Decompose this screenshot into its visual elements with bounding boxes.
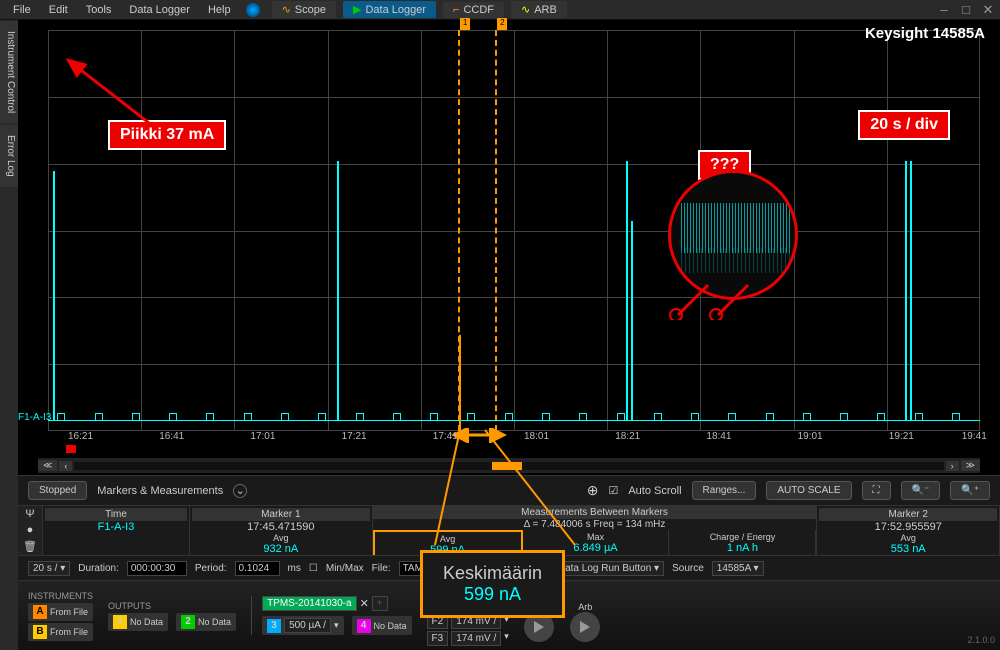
duration-input[interactable] <box>127 561 187 576</box>
instruments-header: INSTRUMENTS <box>28 591 93 601</box>
charge-value: 1 nA h <box>671 542 813 554</box>
trace-label: F1-A-I3 <box>18 412 51 423</box>
add-icon[interactable]: ⊕ <box>587 482 599 499</box>
scroll-prev[interactable]: ‹ <box>59 461 72 471</box>
info-icon[interactable] <box>246 3 260 17</box>
autoscroll-check[interactable]: ☑ <box>608 484 618 497</box>
scroll-thumb[interactable] <box>492 462 522 470</box>
between-header: Measurements Between Markers <box>373 506 817 519</box>
status-stopped[interactable]: Stopped <box>28 481 87 500</box>
markers-label: Markers & Measurements <box>97 485 223 497</box>
marker2-header: Marker 2 <box>819 508 997 521</box>
period-input[interactable] <box>235 561 280 576</box>
tab-datalogger[interactable]: ▶Data Logger <box>343 1 436 18</box>
meas-settings-icon[interactable]: ● <box>27 524 34 536</box>
markers-toolbar: Stopped Markers & Measurements ⌄ ⊕ ☑ Aut… <box>18 475 1000 505</box>
time-scrollbar[interactable]: ≪ ‹ › ≫ <box>38 458 980 473</box>
tab-ccdf[interactable]: ⌐CCDF <box>443 2 504 18</box>
marker-2-flag[interactable]: 2 <box>497 18 507 30</box>
tab-add[interactable]: + <box>372 596 388 611</box>
marker2-avg: 553 nA <box>819 543 997 555</box>
range-marker-left[interactable] <box>66 445 76 453</box>
autoscale-button[interactable]: AUTO SCALE <box>766 481 851 500</box>
left-sidebar: Instrument Control Error Log <box>0 20 18 650</box>
f3-range[interactable]: 174 mV / <box>451 631 501 646</box>
annotation-timediv: 20 s / div <box>858 110 950 140</box>
marker2-time: 17:52.955597 <box>819 521 997 533</box>
output-2[interactable]: 2No Data <box>176 613 236 631</box>
source-dropdown[interactable]: 14585A ▾ <box>712 561 764 576</box>
timescale-dropdown[interactable]: 20 s / ▾ <box>28 561 70 576</box>
side-tab-errorlog[interactable]: Error Log <box>0 125 18 187</box>
zoom-inset <box>668 170 798 300</box>
trigger-dropdown[interactable]: Data Log Run Button ▾ <box>553 561 664 576</box>
scroll-track[interactable] <box>74 462 943 470</box>
instrument-b[interactable]: BFrom File <box>28 623 93 641</box>
arb-run-button[interactable] <box>570 612 600 642</box>
version-label: 2.1.0.0 <box>967 635 995 645</box>
trace-name: F1-A-I3 <box>45 521 187 533</box>
menu-file[interactable]: File <box>5 2 39 18</box>
scroll-last[interactable]: ≫ <box>961 460 980 471</box>
output-4[interactable]: 4No Data <box>352 616 412 635</box>
scroll-first[interactable]: ≪ <box>38 460 57 471</box>
menu-datalogger[interactable]: Data Logger <box>121 2 198 18</box>
tab-tpms[interactable]: TPMS-20141030-a <box>262 596 357 611</box>
ranges-button[interactable]: Ranges... <box>692 481 757 500</box>
chevron-down-icon[interactable]: ⌄ <box>233 484 247 498</box>
tab-close-icon[interactable]: ✕ <box>360 597 369 610</box>
tab-arb[interactable]: ∿ARB <box>511 1 567 18</box>
callout-value: 599 nA <box>443 584 542 605</box>
plot-area[interactable]: 1 2 // draw repeating small pulses (func… <box>48 30 980 431</box>
time-axis: 16:21 16:41 17:01 17:21 17:41 18:01 18:2… <box>68 431 980 456</box>
zoom-out-icon[interactable]: 🔍⁻ <box>901 481 941 500</box>
minmax-check[interactable]: ☐ <box>309 563 318 574</box>
scroll-next[interactable]: › <box>946 461 959 471</box>
waveform-trace <box>48 401 980 421</box>
menu-bar: File Edit Tools Data Logger Help ∿Scope … <box>0 0 1000 20</box>
meas-trash-icon[interactable]: 🗑 <box>23 540 37 553</box>
outputs-header: OUTPUTS <box>108 601 236 611</box>
marker1-avg: 932 nA <box>192 543 370 555</box>
meas-tool-icon[interactable]: Ψ <box>25 508 34 520</box>
time-header: Time <box>45 508 187 521</box>
brand-label: Keysight 14585A <box>865 25 985 42</box>
maximize-icon[interactable]: □ <box>959 3 973 17</box>
callout-label: Keskimäärin <box>443 563 542 584</box>
side-tab-instrument[interactable]: Instrument Control <box>0 21 18 123</box>
menu-edit[interactable]: Edit <box>41 2 76 18</box>
marker-2-line[interactable]: 2 <box>495 30 497 431</box>
output-3[interactable]: 3500 µA /▾ <box>262 616 343 635</box>
measurements-panel: Ψ ● 🗑 Time F1-A-I3 Marker 1 17:45.471590… <box>18 505 1000 555</box>
zoom-in-icon[interactable]: 🔍⁺ <box>950 481 990 500</box>
menu-tools[interactable]: Tools <box>78 2 120 18</box>
marker1-avg-label: Avg <box>192 533 370 543</box>
tab-scope[interactable]: ∿Scope <box>272 1 336 18</box>
avg-callout: Keskimäärin 599 nA <box>420 550 565 618</box>
marker1-time: 17:45.471590 <box>192 521 370 533</box>
marker-1-flag[interactable]: 1 <box>460 18 470 30</box>
instrument-a[interactable]: AFrom File <box>28 603 93 621</box>
output-1[interactable]: 1No Data <box>108 613 168 631</box>
between-delta: Δ = 7.484006 s Freq = 134 mHz <box>373 519 817 530</box>
close-icon[interactable]: ✕ <box>981 3 995 17</box>
minimize-icon[interactable]: ‒ <box>937 3 951 17</box>
zoom-fit-icon[interactable]: ⛶ <box>862 481 891 500</box>
marker-1-line[interactable]: 1 <box>458 30 460 431</box>
marker1-header: Marker 1 <box>192 508 370 521</box>
annotation-peak: Piikki 37 mA <box>108 120 226 150</box>
menu-help[interactable]: Help <box>200 2 239 18</box>
autoscroll-label: Auto Scroll <box>628 485 681 497</box>
